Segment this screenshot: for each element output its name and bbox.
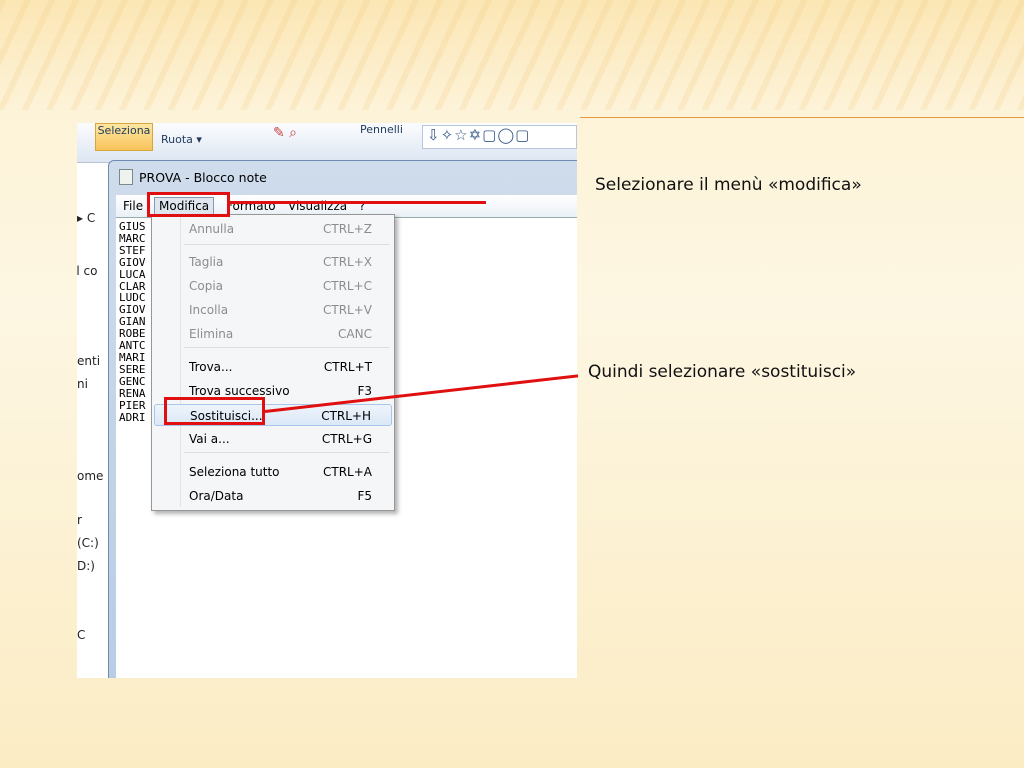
menu-item-shortcut: CTRL+T [323, 360, 372, 374]
menu-file[interactable]: File [123, 199, 143, 213]
menu-separator [184, 452, 390, 453]
menu-separator [184, 347, 390, 348]
text-content: GIUS MARC STEF GIOV LUCA CLAR LUDC GIOV GIAN ROBE… [119, 221, 146, 423]
explorer-item[interactable]: D:) [77, 559, 95, 573]
menu-item-label: Vai a... [189, 432, 230, 446]
text-line: RENA [119, 386, 146, 400]
explorer-item[interactable]: ome [77, 469, 103, 483]
select-button[interactable]: Seleziona [95, 123, 153, 151]
menu-item-label: Taglia [189, 255, 224, 269]
menu-item-label: Incolla [189, 303, 229, 317]
brushes-button[interactable]: Pennelli [360, 123, 403, 136]
menu-item-shortcut: CANC [338, 327, 372, 341]
menu-item-label: Seleziona tutto [189, 465, 280, 479]
shapes-gallery[interactable]: ⇩✧☆✡▢◯▢ [422, 125, 577, 149]
caption-modifica: Selezionare il menù «modifica» [595, 175, 862, 195]
menu-item-incolla[interactable]: Incolla CTRL+V [154, 299, 392, 321]
explorer-item[interactable]: (C:) [77, 536, 99, 550]
notepad-icon [119, 169, 133, 185]
menu-item-shortcut: CTRL+X [322, 255, 372, 269]
slide-divider [580, 117, 1024, 118]
menu-item-label: Annulla [189, 222, 235, 236]
text-line: LUCA [119, 267, 146, 281]
menu-item-shortcut: CTRL+G [321, 432, 372, 446]
explorer-item[interactable]: il co [77, 264, 97, 278]
explorer-item[interactable]: r [77, 513, 82, 527]
callout-line-1 [230, 201, 486, 204]
menu-item-label: Trova... [189, 360, 233, 374]
menu-item-shortcut: CTRL+V [323, 303, 372, 317]
menu-item-ora-data[interactable]: Ora/Data F5 [154, 485, 392, 507]
slide-background-pattern [0, 0, 1024, 110]
text-line: GENC [119, 374, 146, 388]
menu-item-label: Copia [189, 279, 224, 293]
explorer-item[interactable]: ni [77, 377, 88, 391]
menu-item-vai-a[interactable]: Vai a... CTRL+G [154, 428, 392, 450]
highlight-sostituisci [164, 397, 265, 425]
menu-item-shortcut: CTRL+Z [322, 222, 372, 236]
explorer-item[interactable]: enti [77, 354, 100, 368]
menu-item-shortcut: CTRL+A [323, 465, 372, 479]
explorer-pane: ▸ C il co enti ni ome r (C:) D:) C [77, 163, 111, 678]
window-title: PROVA - Blocco note [139, 170, 267, 185]
menu-item-label: Ora/Data [189, 489, 244, 503]
edit-menu: Annulla CTRL+Z Taglia CTRL+X Copia CTRL+C Inco… [151, 214, 395, 511]
menu-item-shortcut: CTRL+H [321, 409, 371, 423]
text-line: SERE [119, 362, 146, 376]
caption-sostituisci: Quindi selezionare «sostituisci» [588, 362, 857, 382]
menu-item-shortcut: F3 [357, 384, 372, 398]
menu-item-label: Elimina [189, 327, 234, 341]
menu-item-trova[interactable]: Trova... CTRL+T [154, 356, 392, 378]
eraser-icon[interactable]: ✎ ⌕ [273, 125, 297, 141]
menu-item-copia[interactable]: Copia CTRL+C [154, 275, 392, 297]
highlight-modifica [147, 192, 230, 217]
menu-item-shortcut: CTRL+C [322, 279, 372, 293]
text-line: GIOV [119, 255, 146, 269]
explorer-item[interactable]: C [77, 628, 85, 642]
menu-item-taglia[interactable]: Taglia CTRL+X [154, 251, 392, 273]
text-line: PIER [119, 398, 146, 412]
menu-separator [184, 244, 390, 245]
menu-item-seleziona-tutto[interactable]: Seleziona tutto CTRL+A [154, 461, 392, 483]
menu-item-shortcut: F5 [357, 489, 372, 503]
paint-ribbon: Seleziona Ruota ▾ ✎ ⌕ Pennelli ⇩✧☆✡▢◯▢ [77, 123, 577, 163]
explorer-item[interactable]: ▸ C [77, 211, 95, 225]
menu-item-label: Trova successivo [189, 384, 290, 398]
menu-item-annulla[interactable]: Annulla CTRL+Z [154, 218, 392, 240]
rotate-button[interactable]: Ruota ▾ [161, 133, 202, 146]
text-line: ADRI [119, 410, 146, 424]
text-line: STEF [119, 243, 146, 257]
menu-item-elimina[interactable]: Elimina CANC [154, 323, 392, 345]
